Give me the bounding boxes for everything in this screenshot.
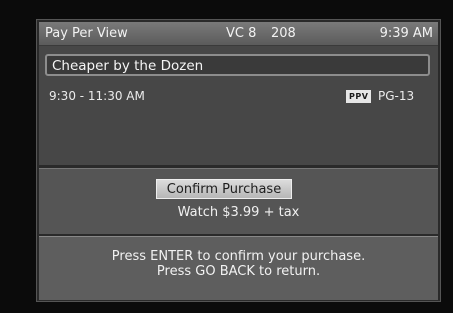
channel-name: VC 8 (226, 26, 257, 41)
rating-label: PG-13 (378, 89, 415, 103)
instruction-go-back: Press GO BACK to return. (156, 264, 321, 279)
header-bar: Pay Per View VC 8 208 9:39 AM (39, 22, 438, 46)
header-title: Pay Per View (45, 26, 128, 41)
instruction-enter: Press ENTER to confirm your purchase. (111, 249, 366, 264)
ppv-badge: PPV (346, 90, 372, 103)
clock: 9:39 AM (379, 26, 433, 41)
instructions-panel: Press ENTER to confirm your purchase. Pr… (39, 236, 438, 300)
program-info-panel: Cheaper by the Dozen 9:30 - 11:30 AM PPV… (39, 46, 438, 165)
channel-number: 208 (271, 26, 296, 41)
purchase-panel: Confirm Purchase Watch $3.99 + tax (39, 168, 438, 234)
confirm-purchase-button[interactable]: Confirm Purchase (156, 179, 292, 199)
price-text: Watch $3.99 + tax (177, 205, 300, 220)
program-time: 9:30 - 11:30 AM (49, 89, 145, 103)
program-title: Cheaper by the Dozen (45, 54, 430, 76)
ppv-screen: Pay Per View VC 8 208 9:39 AM Cheaper by… (36, 19, 441, 302)
